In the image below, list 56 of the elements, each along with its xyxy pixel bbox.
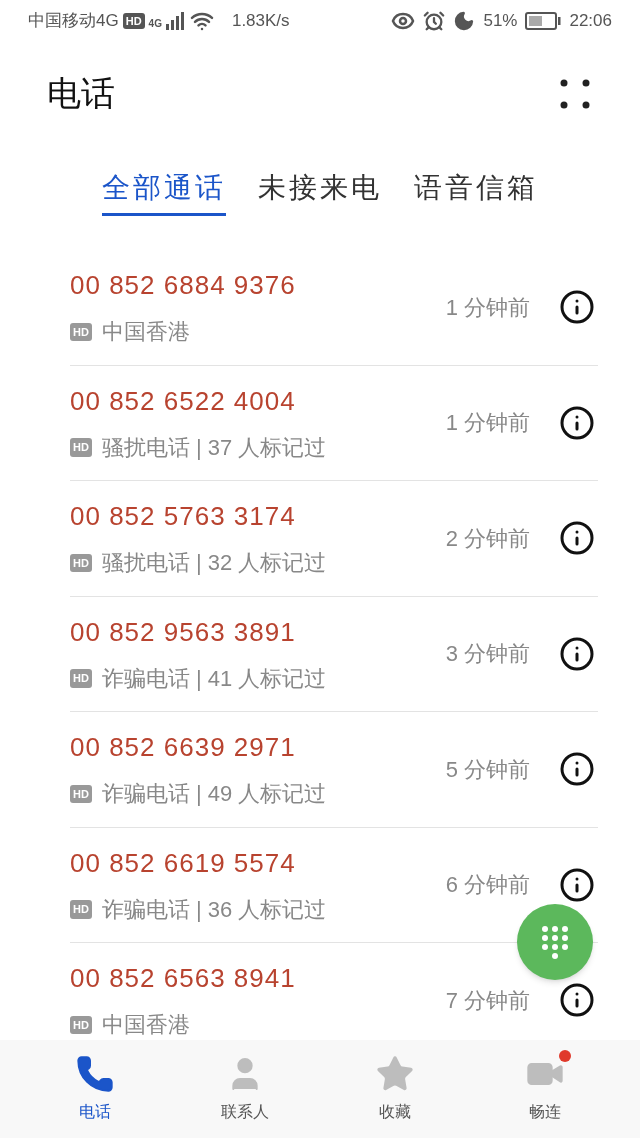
call-location: 中国香港: [101, 318, 190, 347]
call-location: 中国香港: [101, 1011, 190, 1040]
alarm-icon: [423, 10, 446, 32]
info-button[interactable]: [559, 404, 595, 441]
hd-label: HD: [70, 1015, 92, 1034]
call-time: 5 分钟前: [445, 755, 530, 784]
call-time: 7 分钟前: [445, 986, 530, 1015]
network-label: 4G: [148, 17, 162, 32]
hd-label: HD: [70, 438, 92, 457]
nav-tab[interactable]: 联系人: [195, 1054, 295, 1124]
call-time: 6 分钟前: [445, 871, 530, 900]
signal-icon: [165, 12, 186, 30]
clock-text: 22:06: [569, 10, 612, 33]
tab[interactable]: 全部通话: [102, 167, 226, 216]
moon-icon: [453, 10, 476, 32]
call-location: 骚扰电话 | 37 人标记过: [101, 433, 327, 462]
info-button[interactable]: [559, 751, 595, 788]
phone-number: 00 852 6619 5574: [70, 846, 297, 880]
call-time: 2 分钟前: [445, 524, 530, 553]
call-location: 诈骗电话 | 49 人标记过: [101, 780, 327, 809]
info-button[interactable]: [559, 520, 595, 557]
call-location: 骚扰电话 | 32 人标记过: [101, 549, 327, 578]
nav-tab[interactable]: 收藏: [345, 1054, 445, 1124]
phone-number: 00 852 6884 9376: [70, 269, 297, 303]
hd-label: HD: [70, 784, 92, 803]
dialpad-icon: [541, 925, 569, 959]
info-button[interactable]: [559, 982, 595, 1019]
hd-label: HD: [70, 900, 92, 919]
call-time: 1 分钟前: [445, 293, 530, 322]
tab[interactable]: 未接来电: [258, 167, 382, 216]
carrier-text: 中国移动4G: [28, 10, 119, 33]
battery-icon: [525, 12, 562, 30]
call-location: 诈骗电话 | 36 人标记过: [101, 895, 327, 924]
battery-percent: 51%: [483, 10, 518, 33]
hd-label: HD: [70, 669, 92, 688]
call-location: 诈骗电话 | 41 人标记过: [101, 664, 327, 693]
tab[interactable]: 语音信箱: [414, 167, 538, 216]
info-button[interactable]: [559, 866, 595, 903]
call-time: 1 分钟前: [445, 409, 530, 438]
nav-tab[interactable]: 电话: [45, 1054, 145, 1124]
nav-tab[interactable]: 畅连: [495, 1054, 595, 1124]
speed-text: 1.83K/s: [231, 10, 290, 33]
phone-number: 00 852 6522 4004: [70, 384, 297, 418]
info-button[interactable]: [559, 289, 595, 326]
phone-number: 00 852 9563 3891: [70, 615, 297, 649]
info-button[interactable]: [559, 635, 595, 672]
call-time: 3 分钟前: [445, 640, 530, 669]
hd-label: HD: [70, 553, 92, 572]
phone-number: 00 852 6563 8941: [70, 962, 297, 996]
phone-icon: [75, 1054, 115, 1094]
phone-number: 00 852 5763 3174: [70, 500, 297, 534]
page-title: 电话: [47, 73, 115, 114]
hd-label: HD: [70, 322, 92, 341]
more-menu-button[interactable]: [560, 78, 590, 109]
phone-number: 00 852 6639 2971: [70, 731, 297, 765]
hd-label: HD: [122, 12, 145, 30]
